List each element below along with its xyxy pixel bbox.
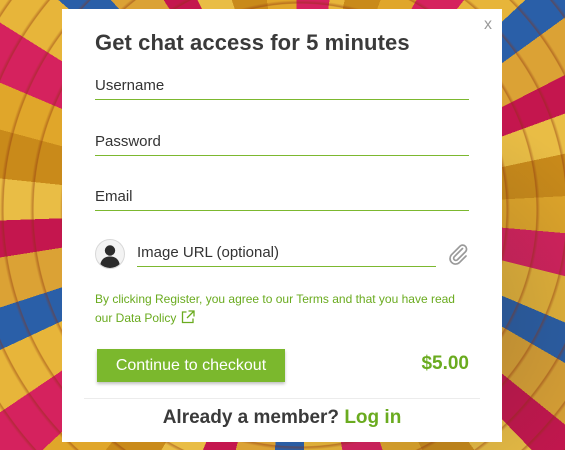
price-label: $5.00: [421, 353, 469, 374]
close-button[interactable]: x: [484, 16, 492, 34]
login-prompt: Already a member? Log in: [62, 407, 502, 429]
chat-access-dialog: x Get chat access for 5 minutes By click…: [62, 9, 502, 442]
username-field[interactable]: [95, 72, 469, 100]
continue-to-checkout-button[interactable]: Continue to checkout: [97, 349, 285, 382]
dialog-title: Get chat access for 5 minutes: [95, 30, 410, 55]
paperclip-icon[interactable]: [446, 242, 470, 266]
already-member-text: Already a member?: [162, 407, 345, 428]
image-url-field[interactable]: [137, 239, 436, 267]
email-field[interactable]: [95, 183, 469, 211]
external-link-icon[interactable]: [180, 309, 196, 331]
divider: [84, 398, 480, 399]
terms-notice: By clicking Register, you agree to our T…: [95, 290, 465, 331]
password-field[interactable]: [95, 128, 469, 156]
terms-text[interactable]: By clicking Register, you agree to our T…: [95, 292, 455, 325]
avatar-placeholder-icon: [95, 239, 125, 269]
login-link[interactable]: Log in: [344, 407, 401, 428]
